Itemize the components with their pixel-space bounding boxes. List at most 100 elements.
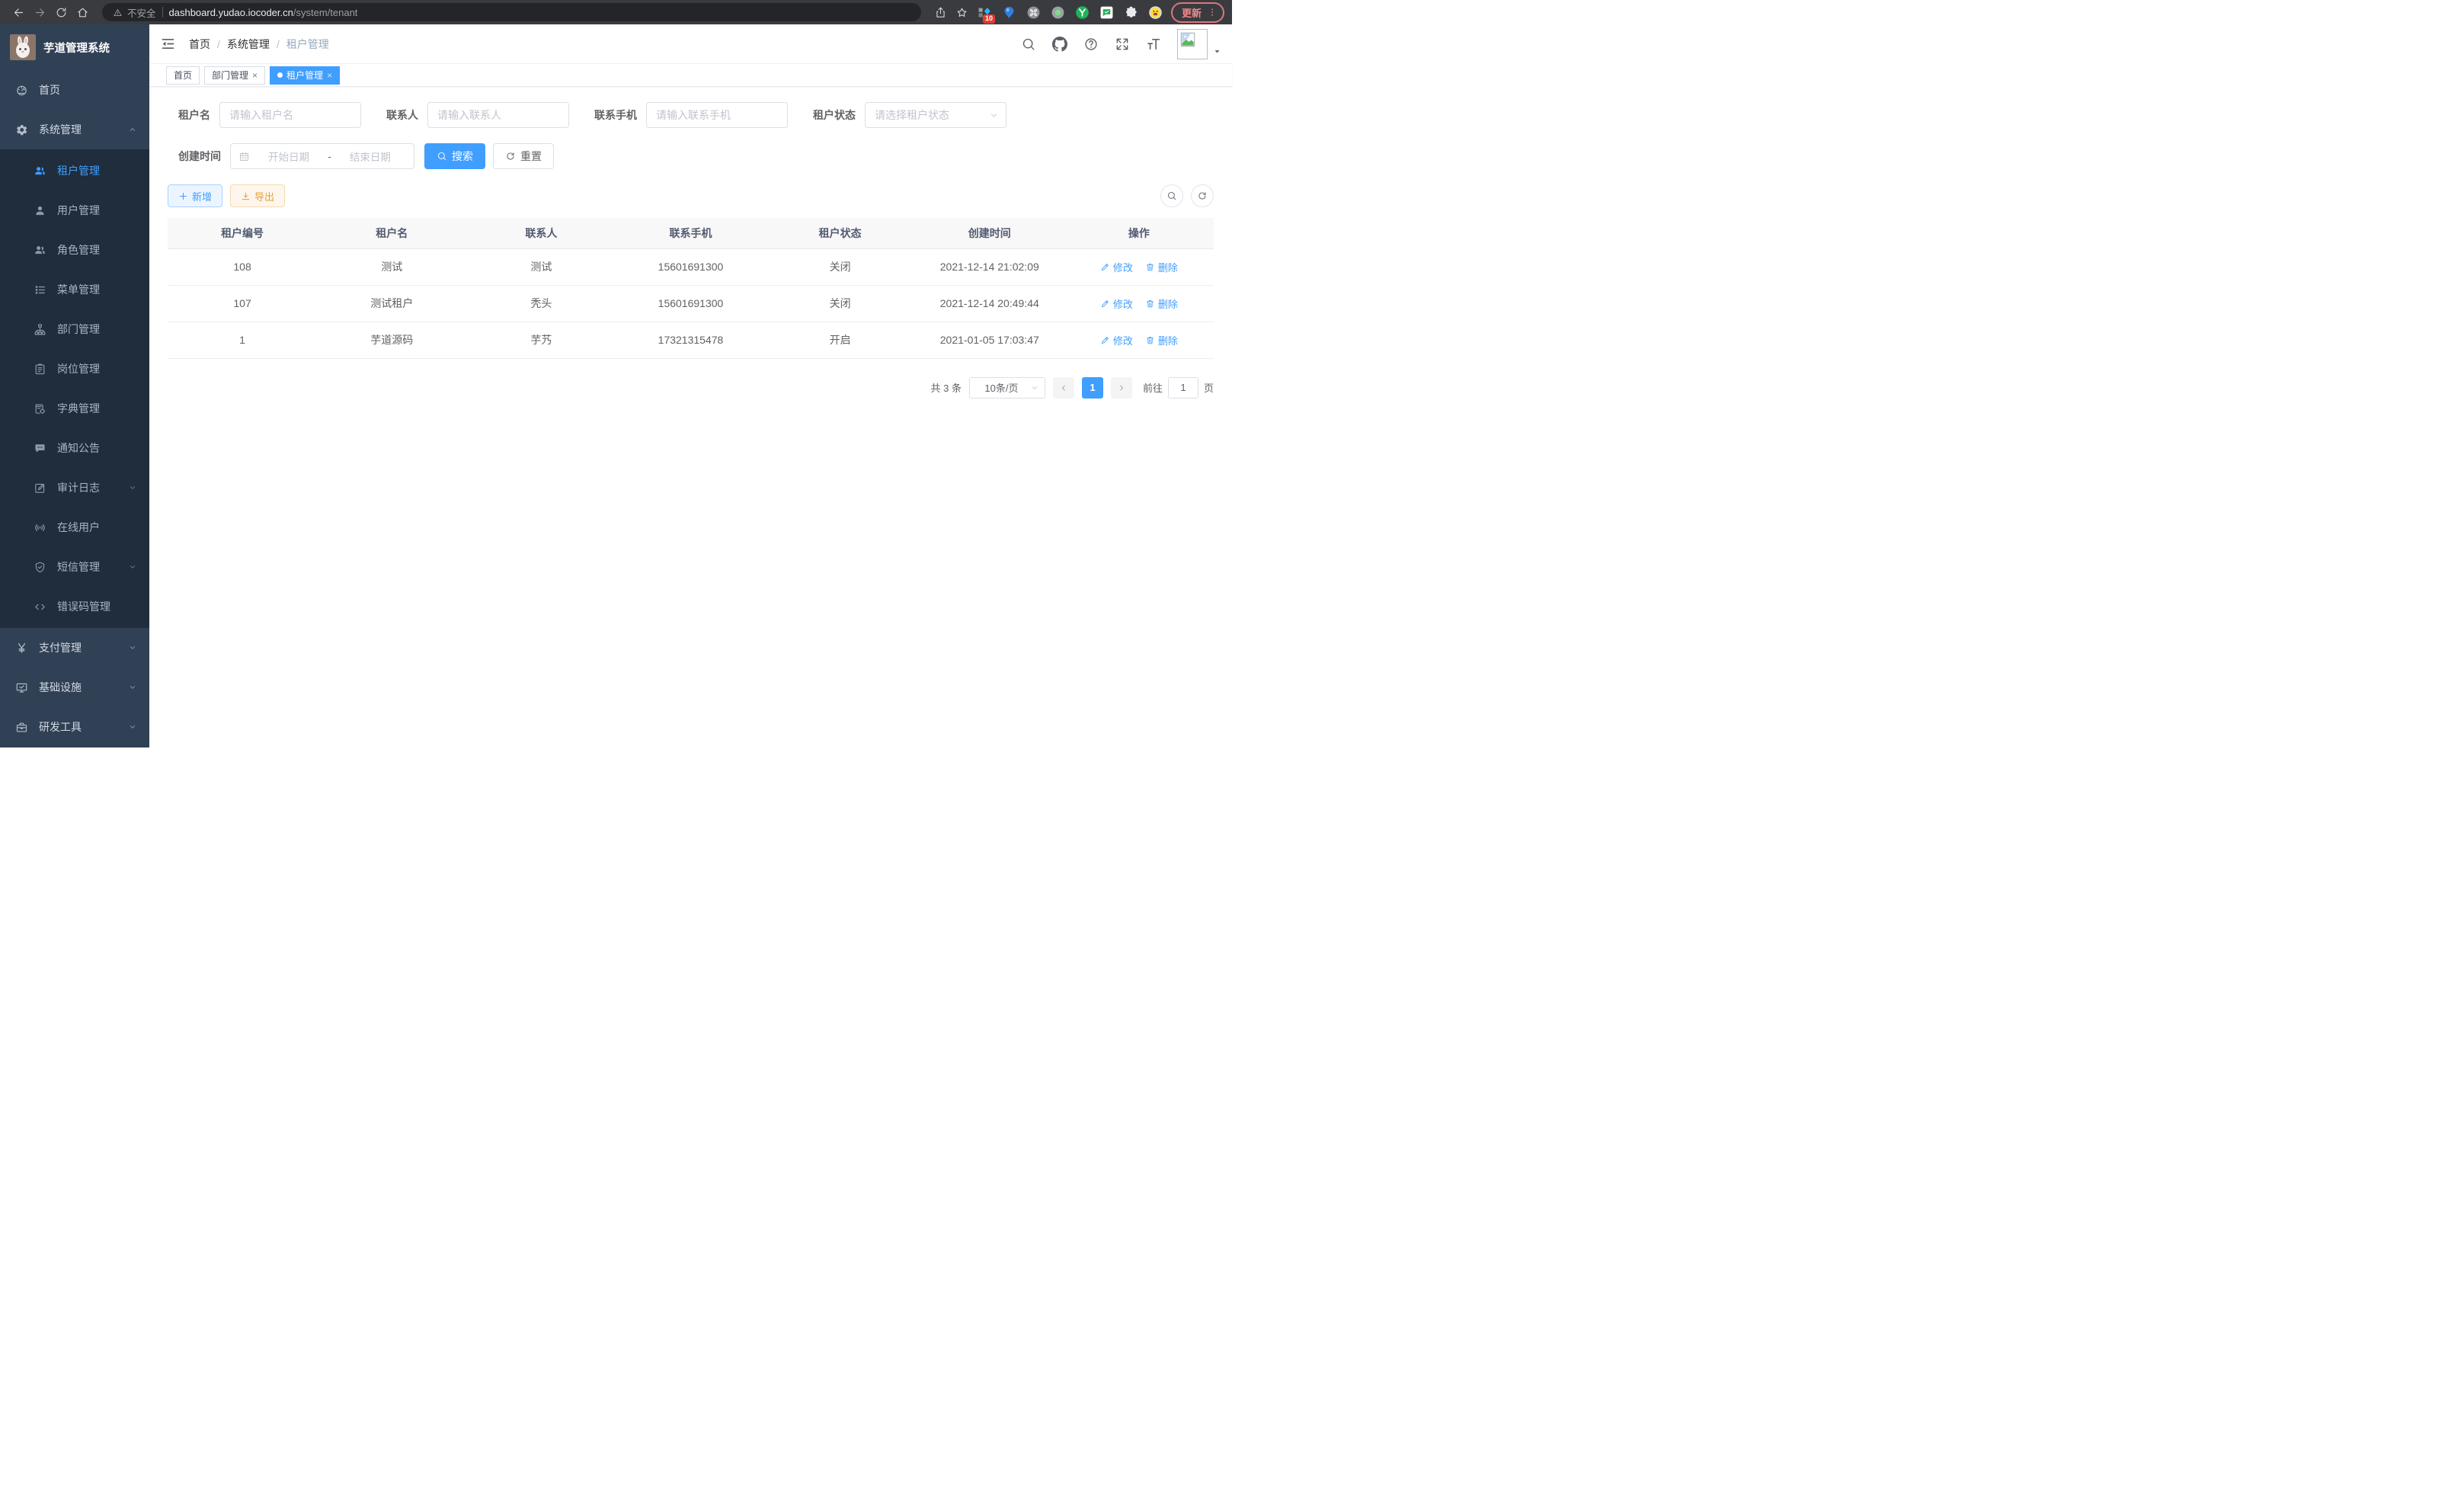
reset-button[interactable]: 重置 bbox=[493, 143, 554, 169]
close-icon[interactable]: × bbox=[252, 71, 258, 80]
sidebar-item-8-book[interactable]: 字典管理 bbox=[0, 389, 149, 428]
sidebar-item-5-tree[interactable]: 菜单管理 bbox=[0, 270, 149, 309]
avatar[interactable] bbox=[1177, 29, 1208, 59]
sidebar-item-3-user[interactable]: 用户管理 bbox=[0, 190, 149, 230]
next-page-button[interactable] bbox=[1111, 377, 1132, 399]
chrome-update-button[interactable]: 更新 bbox=[1171, 2, 1224, 23]
table-toolbar: 新增 导出 bbox=[168, 184, 1214, 207]
breadcrumb-item-1[interactable]: 系统管理 bbox=[227, 37, 270, 52]
profile-avatar-icon[interactable] bbox=[1147, 3, 1165, 21]
mobile-input[interactable] bbox=[646, 102, 788, 128]
trash-icon bbox=[1145, 299, 1155, 309]
sidebar-item-4-users[interactable]: 角色管理 bbox=[0, 230, 149, 270]
refresh-table-button[interactable] bbox=[1191, 184, 1214, 207]
extensions-puzzle-icon[interactable] bbox=[1122, 3, 1141, 21]
navbar-tools bbox=[1021, 29, 1221, 59]
toolbox-icon bbox=[15, 721, 28, 734]
table-cell: 17321315478 bbox=[616, 322, 765, 358]
browser-menu-icon[interactable] bbox=[1207, 7, 1218, 18]
create-time-label: 创建时间 bbox=[178, 149, 221, 164]
export-button[interactable]: 导出 bbox=[230, 184, 285, 207]
sidebar-collapse-icon[interactable] bbox=[160, 36, 176, 52]
table-cell: 关闭 bbox=[766, 285, 915, 322]
security-indicator[interactable]: 不安全 bbox=[113, 5, 156, 20]
star-icon bbox=[955, 6, 968, 19]
sidebar-item-1-gear[interactable]: 系统管理 bbox=[0, 110, 149, 149]
address-bar[interactable]: 不安全 dashboard.yudao.iocoder.cn/system/te… bbox=[102, 3, 921, 21]
sidebar-item-16-toolbox[interactable]: 研发工具 bbox=[0, 707, 149, 747]
font-size-icon[interactable] bbox=[1146, 37, 1161, 52]
status-select[interactable]: 请选择租户状态 bbox=[865, 102, 1006, 128]
extension-icon-y[interactable] bbox=[1074, 3, 1092, 21]
edit-button[interactable]: 修改 bbox=[1100, 260, 1133, 274]
table-cell: 芋道源码 bbox=[317, 322, 466, 358]
table-row-2: 1芋道源码芋艿17321315478开启2021-01-05 17:03:47修… bbox=[168, 322, 1214, 358]
url-host: dashboard.yudao.iocoder.cn bbox=[169, 7, 293, 18]
page-size-select[interactable]: 10条/页 bbox=[969, 377, 1045, 399]
sidebar-item-2-users[interactable]: 租户管理 bbox=[0, 151, 149, 190]
download-icon bbox=[241, 191, 251, 201]
trash-icon bbox=[1145, 335, 1155, 345]
github-icon[interactable] bbox=[1052, 37, 1067, 52]
column-header: 租户状态 bbox=[766, 218, 915, 248]
goto-page-input[interactable] bbox=[1168, 377, 1198, 399]
edit-button[interactable]: 修改 bbox=[1100, 296, 1133, 311]
search-button[interactable]: 搜索 bbox=[424, 143, 485, 169]
extension-icon-blocks[interactable]: 10 bbox=[976, 3, 994, 21]
sidebar-item-10-edit-square[interactable]: 审计日志 bbox=[0, 468, 149, 507]
browser-home-button[interactable] bbox=[72, 2, 93, 23]
sidebar-item-11-broadcast[interactable]: 在线用户 bbox=[0, 507, 149, 547]
filter-contact: 联系人 bbox=[386, 102, 569, 128]
browser-forward-button[interactable] bbox=[29, 2, 50, 23]
sidebar-item-14-yen[interactable]: 支付管理 bbox=[0, 628, 149, 667]
extension-icon-record[interactable] bbox=[1049, 3, 1067, 21]
browser-bookmark-button[interactable] bbox=[952, 2, 973, 23]
export-button-label: 导出 bbox=[254, 189, 274, 203]
edit-button[interactable]: 修改 bbox=[1100, 333, 1133, 347]
sidebar-item-6-org[interactable]: 部门管理 bbox=[0, 309, 149, 349]
sidebar-item-label: 角色管理 bbox=[57, 242, 100, 258]
header-search-icon[interactable] bbox=[1021, 37, 1036, 52]
breadcrumb-item-0[interactable]: 首页 bbox=[189, 37, 210, 52]
date-range-picker[interactable]: 开始日期 - 结束日期 bbox=[230, 143, 414, 169]
tag-1[interactable]: 部门管理× bbox=[204, 66, 265, 85]
browser-reload-button[interactable] bbox=[50, 2, 72, 23]
sidebar-item-9-chat[interactable]: 通知公告 bbox=[0, 428, 149, 468]
app-logo[interactable]: 芋道管理系统 bbox=[0, 24, 149, 70]
delete-button[interactable]: 删除 bbox=[1145, 333, 1178, 347]
current-page-button[interactable]: 1 bbox=[1082, 377, 1103, 399]
fullscreen-icon[interactable] bbox=[1115, 37, 1130, 52]
user-avatar-menu[interactable] bbox=[1177, 29, 1221, 59]
actions-cell: 修改删除 bbox=[1064, 322, 1214, 358]
sidebar-item-13-code[interactable]: 错误码管理 bbox=[0, 587, 149, 626]
broadcast-icon bbox=[34, 521, 46, 534]
sidebar-item-0-dashboard[interactable]: 首页 bbox=[0, 70, 149, 110]
delete-button[interactable]: 删除 bbox=[1145, 296, 1178, 311]
sidebar-item-12-shield-check[interactable]: 短信管理 bbox=[0, 547, 149, 587]
prev-page-button[interactable] bbox=[1053, 377, 1074, 399]
goto-label: 前往 bbox=[1143, 380, 1163, 395]
help-icon[interactable] bbox=[1083, 37, 1099, 52]
toggle-search-button[interactable] bbox=[1160, 184, 1183, 207]
tag-2[interactable]: 租户管理× bbox=[270, 66, 340, 85]
sidebar-item-label: 首页 bbox=[39, 82, 60, 98]
extension-icon-command[interactable] bbox=[1025, 3, 1043, 21]
extension-icon-balloon[interactable] bbox=[1000, 3, 1019, 21]
browser-back-button[interactable] bbox=[8, 2, 29, 23]
column-header: 联系人 bbox=[466, 218, 616, 248]
tag-0[interactable]: 首页 bbox=[166, 66, 200, 85]
trash-icon bbox=[1145, 262, 1155, 272]
forward-icon bbox=[34, 6, 46, 19]
sidebar-item-label: 研发工具 bbox=[39, 719, 82, 735]
close-icon[interactable]: × bbox=[327, 71, 332, 80]
table-cell: 107 bbox=[168, 285, 317, 322]
tenant-name-input[interactable] bbox=[219, 102, 361, 128]
delete-button[interactable]: 删除 bbox=[1145, 260, 1178, 274]
add-button[interactable]: 新增 bbox=[168, 184, 222, 207]
table-cell: 测试租户 bbox=[317, 285, 466, 322]
extension-icon-chat-app[interactable] bbox=[1098, 3, 1116, 21]
sidebar-item-15-monitor[interactable]: 基础设施 bbox=[0, 667, 149, 707]
browser-share-button[interactable] bbox=[930, 2, 952, 23]
sidebar-item-7-badge[interactable]: 岗位管理 bbox=[0, 349, 149, 389]
contact-input[interactable] bbox=[427, 102, 569, 128]
